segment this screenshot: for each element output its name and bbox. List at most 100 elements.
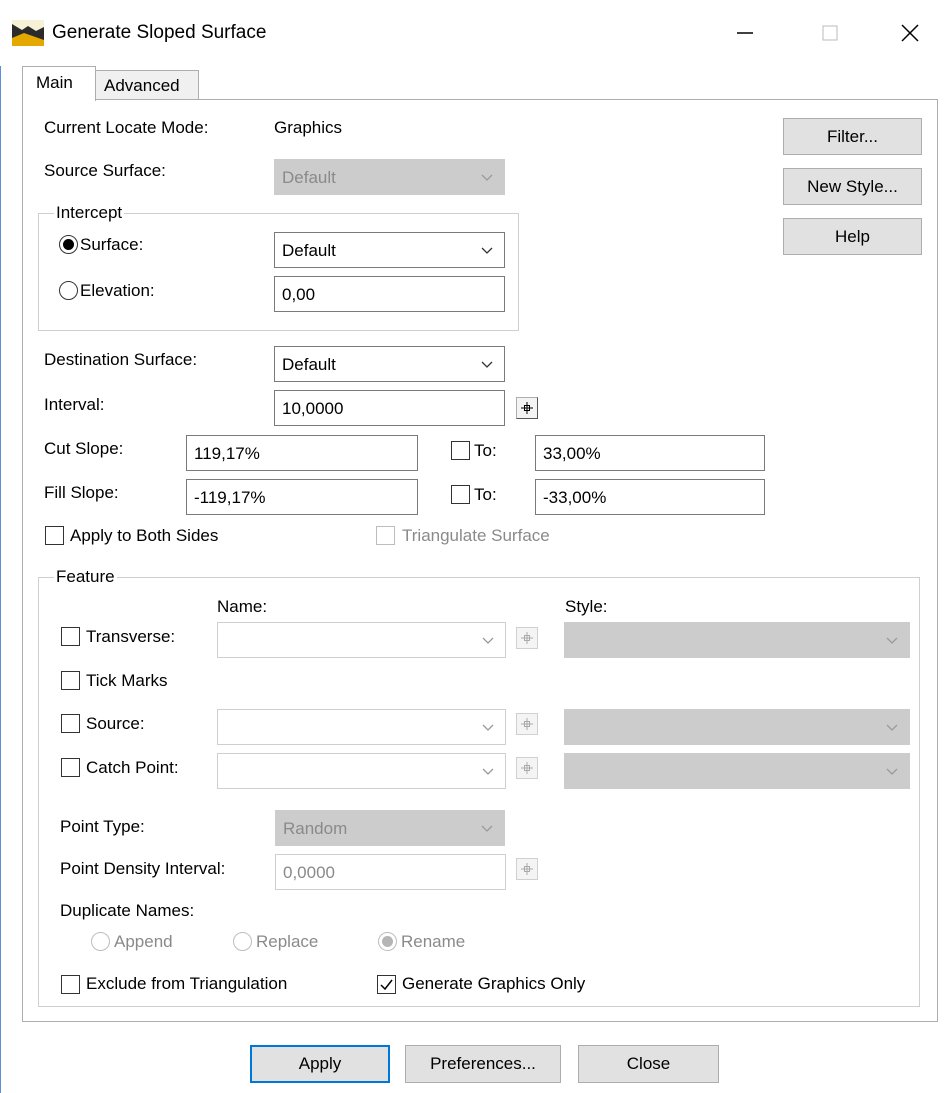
source-label[interactable]: Source: (86, 714, 145, 734)
window-title: Generate Sloped Surface (52, 22, 267, 43)
chevron-down-icon (482, 768, 494, 775)
append-radio (91, 932, 110, 951)
fill-slope-label: Fill Slope: (44, 483, 119, 502)
chevron-down-icon (481, 361, 493, 368)
locate-mode-value: Graphics (274, 118, 343, 137)
tab-main[interactable]: Main (22, 66, 96, 101)
point-density-field: 0,0000 (275, 854, 506, 890)
window-frame (0, 66, 1, 1093)
intercept-legend: Intercept (54, 203, 125, 223)
chevron-down-icon (886, 637, 898, 644)
chevron-down-icon (886, 724, 898, 731)
crosshair-icon (521, 632, 533, 644)
elevation-radio[interactable] (59, 281, 78, 300)
rename-radio (378, 932, 397, 951)
intercept-group (38, 213, 519, 331)
style-column-header: Style: (565, 597, 608, 616)
name-column-header: Name: (217, 597, 268, 616)
replace-radio (233, 932, 252, 951)
chevron-down-icon (481, 825, 493, 832)
point-type-combo: Random (275, 810, 505, 846)
help-button[interactable]: Help (783, 218, 922, 255)
filter-button[interactable]: Filter... (783, 118, 922, 155)
catch-point-name-combo (217, 753, 506, 789)
generate-graphics-only-checkbox[interactable] (377, 975, 396, 994)
new-style-button[interactable]: New Style... (783, 168, 922, 205)
generate-graphics-only-label[interactable]: Generate Graphics Only (402, 974, 585, 994)
apply-both-sides-label[interactable]: Apply to Both Sides (70, 526, 218, 546)
chevron-down-icon (482, 637, 494, 644)
preferences-button[interactable]: Preferences... (405, 1045, 561, 1083)
transverse-label[interactable]: Transverse: (86, 627, 175, 647)
destination-surface-value: Default (282, 355, 336, 374)
elevation-field[interactable]: 0,00 (274, 276, 505, 312)
chevron-down-icon (482, 724, 494, 731)
maximize-button[interactable] (800, 14, 860, 52)
maximize-icon (822, 25, 838, 41)
chevron-down-icon (481, 247, 493, 254)
source-name-combo (217, 709, 506, 745)
fill-slope-field[interactable]: -119,17% (186, 479, 418, 515)
transverse-checkbox[interactable] (61, 627, 80, 646)
checkmark-icon (380, 979, 393, 991)
close-icon (901, 24, 919, 42)
elevation-radio-label[interactable]: Elevation: (80, 281, 155, 301)
interval-pick-button[interactable] (516, 397, 538, 419)
tab-advanced[interactable]: Advanced (96, 70, 199, 100)
point-density-pick-button (516, 858, 538, 880)
apply-button[interactable]: Apply (250, 1045, 390, 1083)
point-type-label: Point Type: (60, 817, 145, 836)
surface-radio-label[interactable]: Surface: (80, 235, 143, 255)
apply-both-sides-checkbox[interactable] (45, 526, 64, 545)
intercept-surface-value: Default (282, 241, 336, 260)
crosshair-icon (521, 718, 533, 730)
crosshair-icon (521, 402, 533, 414)
fill-slope-to-checkbox[interactable] (451, 485, 470, 504)
duplicate-names-label: Duplicate Names: (60, 901, 195, 920)
point-type-value: Random (283, 819, 348, 838)
catch-point-pick-button (516, 757, 538, 779)
interval-field[interactable]: 10,0000 (274, 390, 505, 426)
source-style-combo (564, 709, 910, 745)
source-surface-label: Source Surface: (44, 161, 166, 180)
catch-point-checkbox[interactable] (61, 758, 80, 777)
chevron-down-icon (481, 174, 493, 181)
triangulate-surface-checkbox (376, 526, 395, 545)
tick-marks-label[interactable]: Tick Marks (86, 671, 168, 691)
fill-slope-to-field[interactable]: -33,00% (535, 479, 765, 515)
destination-surface-combo[interactable]: Default (274, 346, 505, 382)
title-bar[interactable]: Generate Sloped Surface (0, 0, 946, 66)
chevron-down-icon (886, 768, 898, 775)
cut-slope-label: Cut Slope: (44, 439, 124, 458)
append-label: Append (114, 932, 173, 951)
cut-slope-to-label[interactable]: To: (474, 441, 497, 461)
exclude-triangulation-checkbox[interactable] (61, 975, 80, 994)
rename-label: Rename (401, 932, 466, 951)
point-density-label: Point Density Interval: (60, 859, 226, 878)
fill-slope-to-label[interactable]: To: (474, 485, 497, 505)
tick-marks-checkbox[interactable] (61, 671, 80, 690)
transverse-pick-button (516, 627, 538, 649)
exclude-triangulation-label[interactable]: Exclude from Triangulation (86, 974, 287, 994)
source-pick-button (516, 713, 538, 735)
surface-radio[interactable] (59, 235, 78, 254)
intercept-surface-combo[interactable]: Default (274, 232, 505, 268)
replace-label: Replace (256, 932, 319, 951)
close-window-button[interactable] (880, 14, 940, 52)
transverse-style-combo (564, 622, 910, 658)
close-button[interactable]: Close (578, 1045, 719, 1083)
source-checkbox[interactable] (61, 714, 80, 733)
triangulate-surface-label: Triangulate Surface (402, 526, 550, 545)
cut-slope-to-field[interactable]: 33,00% (535, 435, 765, 471)
transverse-name-combo (217, 622, 506, 658)
cut-slope-to-checkbox[interactable] (451, 441, 470, 460)
feature-legend: Feature (54, 567, 117, 587)
source-surface-value: Default (282, 168, 336, 187)
catch-point-style-combo (564, 753, 910, 789)
cut-slope-field[interactable]: 119,17% (186, 435, 418, 471)
app-icon (12, 20, 44, 46)
crosshair-icon (521, 863, 533, 875)
destination-surface-label: Destination Surface: (44, 350, 198, 369)
catch-point-label[interactable]: Catch Point: (86, 758, 179, 778)
minimize-button[interactable] (715, 14, 775, 52)
